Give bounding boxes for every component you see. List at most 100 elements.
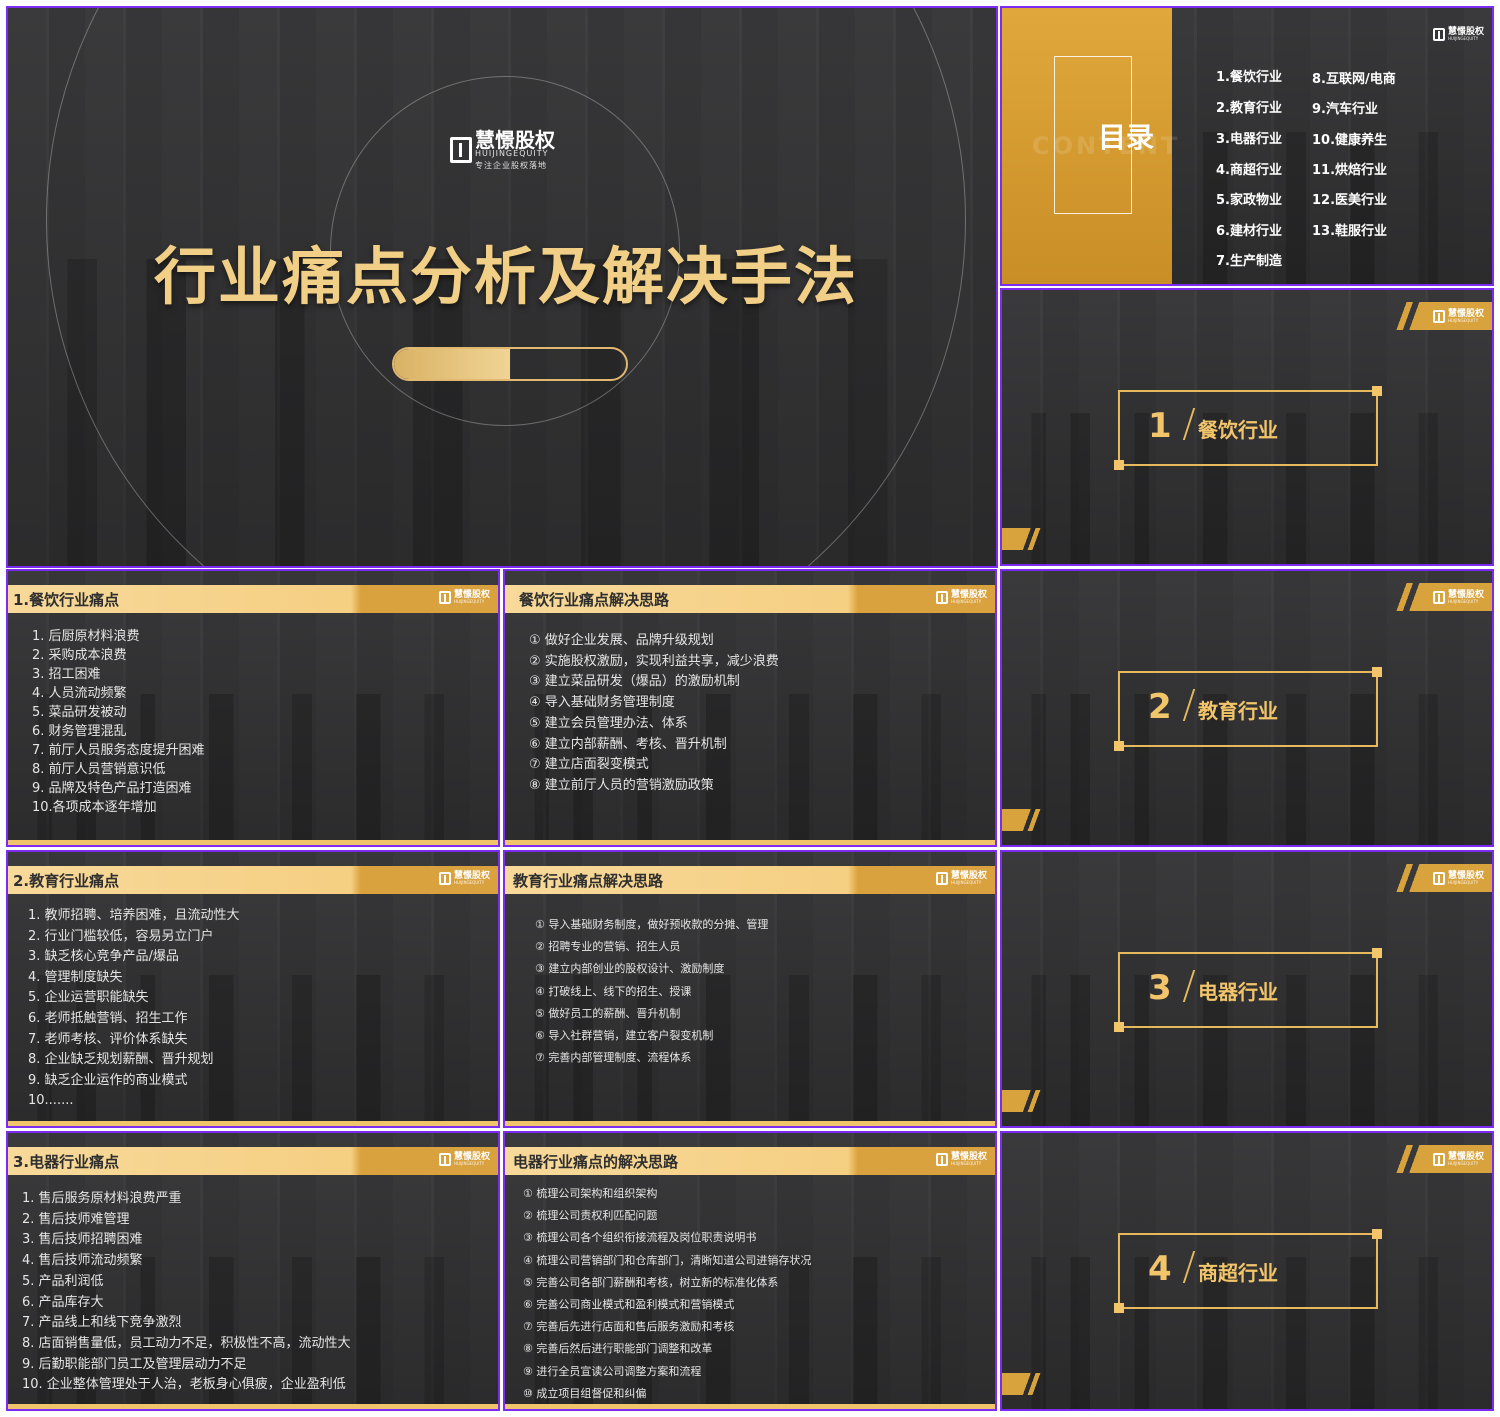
brand-logo: 慧憬股权 HUIJINGEQUITY xyxy=(935,872,987,885)
brand-en: HUIJINGEQUITY xyxy=(950,1161,982,1166)
logo-icon xyxy=(935,872,948,885)
toc-item[interactable]: 6.建材行业 xyxy=(1216,220,1282,239)
brand-en: HUIJINGEQUITY xyxy=(950,880,982,885)
brand-logo: 慧憬股权 HUIJINGEQUITY xyxy=(935,1153,987,1166)
toc-item[interactable]: 1.餐饮行业 xyxy=(1216,66,1282,85)
brand-en: HUIJINGEQUITY xyxy=(475,149,549,158)
toc-item[interactable]: 12.医美行业 xyxy=(1312,189,1387,208)
section-card: 3 电器行业 xyxy=(1114,948,1382,1032)
toc-item[interactable]: 2.教育行业 xyxy=(1216,97,1282,116)
list-item: 7. 产品线上和线下竞争激烈 xyxy=(22,1315,182,1331)
list-item: 3. 招工困难 xyxy=(32,667,101,682)
list-item: ④ 打破线上、线下的招生、授课 xyxy=(535,984,692,998)
logo-icon xyxy=(438,872,451,885)
list-item: ① 做好企业发展、品牌升级规划 xyxy=(529,633,714,648)
list-item: 5. 产品利润低 xyxy=(22,1273,104,1289)
list-item: ② 梳理公司责权利匹配问题 xyxy=(523,1209,658,1223)
list-item: 10. 企业整体管理处于人治，老板身心俱疲，企业盈利低 xyxy=(22,1377,346,1393)
list-item: ⑧ 建立前厅人员的营销激励政策 xyxy=(529,777,714,793)
section-card: 1 餐饮行业 xyxy=(1114,386,1382,470)
brand-en: HUIJINGEQUITY xyxy=(1447,318,1479,323)
pain-list: 1. 教师招聘、培养困难，且流动性大 2. 行业门槛较低，容易另立门户 3. 缺… xyxy=(28,906,240,1112)
corner-square xyxy=(1114,460,1124,470)
list-item: ⑦ 完善内部管理制度、流程体系 xyxy=(535,1051,692,1065)
list-item: ② 招聘专业的营销、招生人员 xyxy=(535,940,681,954)
brand-logo: 慧憬股权 HUIJINGEQUITY xyxy=(1432,1153,1484,1166)
list-item: ⑦ 完善后先进行店面和售后服务激励和考核 xyxy=(523,1320,735,1334)
main-title: 行业痛点分析及解决手法 xyxy=(153,240,858,313)
slide-header: 餐饮行业痛点解决思路 慧憬股权 HUIJINGEQUITY xyxy=(505,585,995,613)
section-number: 4 xyxy=(1148,1249,1172,1289)
section-slide-2: 慧憬股权 HUIJINGEQUITY 2 教育行业 xyxy=(1000,569,1494,847)
toc-item[interactable]: 11.烘焙行业 xyxy=(1312,159,1387,178)
slide-header: 教育行业痛点解决思路 慧憬股权 HUIJINGEQUITY xyxy=(505,866,995,894)
brand-tagline: 专注企业股权落地 xyxy=(475,161,547,170)
logo-icon xyxy=(450,137,472,163)
list-item: ② 实施股权激励，实现利益共享，减少浪费 xyxy=(529,653,779,669)
list-item: 2. 行业门槛较低，容易另立门户 xyxy=(28,928,214,944)
corner-stripes xyxy=(1002,1373,1042,1395)
brand-en: HUIJINGEQUITY xyxy=(950,599,982,604)
bottom-bar xyxy=(505,840,995,845)
list-item: 9. 缺乏企业运作的商业模式 xyxy=(28,1072,188,1088)
list-item: ③ 梳理公司各个组织衔接流程及岗位职责说明书 xyxy=(523,1231,757,1245)
logo-icon xyxy=(438,1153,451,1166)
list-item: ⑥ 完善公司商业模式和盈利模式和营销模式 xyxy=(523,1298,735,1312)
section-label: 餐饮行业 xyxy=(1198,418,1278,442)
brand-logo: 慧憬股权 HUIJINGEQUITY xyxy=(1432,591,1484,604)
list-item: 8. 店面销售量低，员工动力不足，积极性不高，流动性大 xyxy=(22,1335,351,1351)
progress-pill-fill xyxy=(394,349,510,379)
toc-item[interactable]: 3.电器行业 xyxy=(1216,128,1282,147)
list-item: ① 梳理公司架构和组织架构 xyxy=(523,1187,658,1200)
slide-title: 3.电器行业痛点 xyxy=(13,1153,120,1171)
solution-list: ① 导入基础财务制度，做好预收款的分摊、管理 ② 招聘专业的营销、招生人员 ③ … xyxy=(535,914,768,1069)
bottom-bar xyxy=(8,1121,498,1126)
section-label: 商超行业 xyxy=(1198,1261,1278,1285)
list-item: 3. 缺乏核心竞争产品/爆品 xyxy=(28,949,179,965)
list-item: 7. 老师考核、评价体系缺失 xyxy=(28,1031,188,1047)
section-number: 3 xyxy=(1148,968,1172,1008)
brand-name: 慧憬股权 xyxy=(475,128,555,152)
education-solution-slide: 教育行业痛点解决思路 慧憬股权 HUIJINGEQUITY ① 导入基础财务制度，… xyxy=(503,850,997,1128)
brand-logo: 慧憬股权 HUIJINGEQUITY xyxy=(935,591,987,604)
logo-icon xyxy=(438,591,451,604)
brand-en: HUIJINGEQUITY xyxy=(1447,1161,1479,1166)
list-item: ⑩ 成立项目组督促和纠偏 xyxy=(523,1386,647,1400)
corner-square xyxy=(1114,1022,1124,1032)
corner-square xyxy=(1372,1229,1382,1239)
toc-item[interactable]: 5.家政物业 xyxy=(1216,189,1282,208)
brand-logo: 慧憬股权 HUIJINGEQUITY xyxy=(1432,872,1484,885)
toc-item[interactable]: 4.商超行业 xyxy=(1216,159,1282,178)
list-item: 4. 售后技师流动频繁 xyxy=(22,1253,143,1269)
slide-title: 教育行业痛点解决思路 xyxy=(513,872,664,890)
list-item: ⑤ 完善公司各部门薪酬和考核，树立新的标准化体系 xyxy=(523,1275,779,1289)
slide-header: 1.餐饮行业痛点 慧憬股权 HUIJINGEQUITY xyxy=(8,585,498,613)
appliance-pain-slide: 3.电器行业痛点 慧憬股权 HUIJINGEQUITY 1. 售后服务原材料浪费严… xyxy=(6,1131,500,1411)
brand-logo: 慧憬股权 HUIJINGEQUITY xyxy=(438,591,490,604)
toc-item[interactable]: 13.鞋服行业 xyxy=(1312,220,1387,239)
corner-square xyxy=(1114,741,1124,751)
toc-item[interactable]: 8.互联网/电商 xyxy=(1312,68,1396,87)
list-item: 8. 前厅人员营销意识低 xyxy=(32,762,166,777)
list-item: ④ 梳理公司营销部门和仓库部门，清晰知道公司进销存状况 xyxy=(523,1253,812,1267)
list-item: ① 导入基础财务制度，做好预收款的分摊、管理 xyxy=(535,918,769,931)
slide-title: 2.教育行业痛点 xyxy=(13,872,120,890)
divider xyxy=(1182,408,1196,440)
catering-solution-slide: 餐饮行业痛点解决思路 慧憬股权 HUIJINGEQUITY ① 做好企业发展、品牌… xyxy=(503,569,997,847)
logo-icon xyxy=(935,591,948,604)
section-number: 2 xyxy=(1148,687,1172,727)
toc-item[interactable]: 10.健康养生 xyxy=(1312,129,1387,148)
logo-icon xyxy=(1432,872,1445,885)
logo-icon xyxy=(1432,28,1445,41)
list-item: 6. 老师抵触营销、招生工作 xyxy=(28,1010,188,1026)
section-card: 2 教育行业 xyxy=(1114,667,1382,751)
divider xyxy=(1182,689,1196,721)
toc-item[interactable]: 9.汽车行业 xyxy=(1312,98,1378,117)
corner-stripes xyxy=(1002,528,1042,550)
list-item: 8. 企业缺乏规划薪酬、晋升规划 xyxy=(28,1052,214,1068)
brand-logo: 慧憬股权 HUIJINGEQUITY xyxy=(1432,310,1484,323)
list-item: 1. 售后服务原材料浪费严重 xyxy=(22,1191,182,1206)
brand-en: HUIJINGEQUITY xyxy=(1447,880,1479,885)
toc-item[interactable]: 7.生产制造 xyxy=(1216,250,1282,269)
list-item: 9. 后勤职能部门员工及管理层动力不足 xyxy=(22,1356,247,1372)
